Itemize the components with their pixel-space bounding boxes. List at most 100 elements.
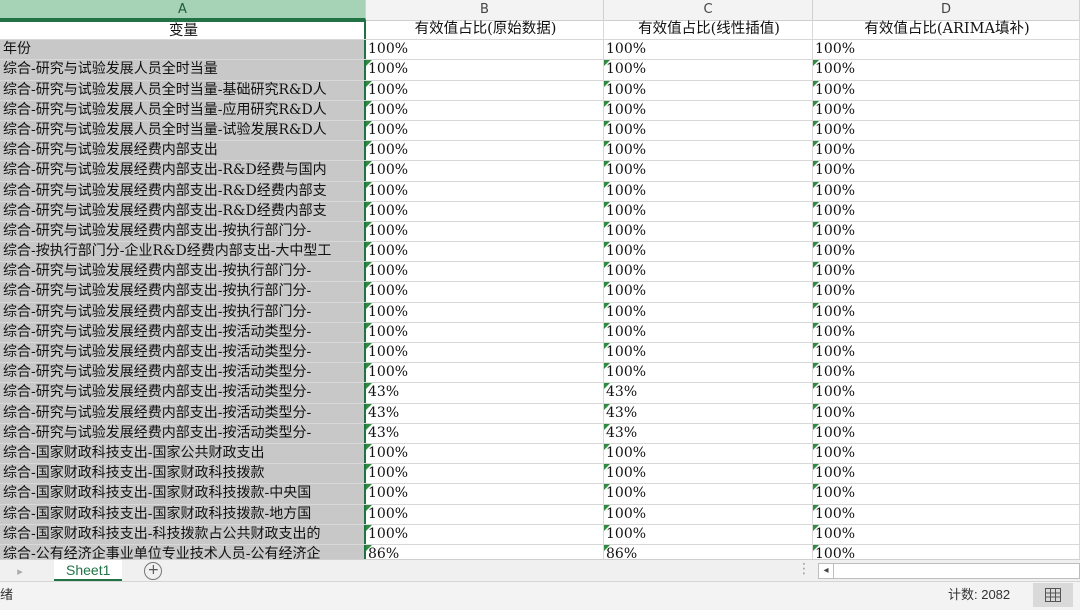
cell-raw[interactable]: 100% (366, 141, 604, 161)
cell-variable[interactable]: 综合-国家财政科技支出-国家公共财政支出 (0, 443, 366, 464)
cell-arima[interactable]: 100% (813, 80, 1080, 100)
cell-linear[interactable]: 100% (604, 363, 813, 383)
cell-variable[interactable]: 综合-研究与试验发展经费内部支出-按执行部门分- (0, 221, 366, 242)
cell-raw[interactable]: 100% (366, 443, 604, 464)
cell-raw[interactable]: 100% (366, 242, 604, 262)
cell-linear[interactable]: 100% (604, 524, 813, 544)
cell-variable[interactable]: 综合-国家财政科技支出-国家财政科技拨款-地方国 (0, 504, 366, 524)
cell-linear[interactable]: 100% (604, 80, 813, 100)
cell-variable[interactable]: 综合-研究与试验发展经费内部支出-按执行部门分- (0, 262, 366, 282)
add-sheet-icon[interactable]: + (144, 562, 163, 580)
column-header-c[interactable]: C (604, 0, 813, 20)
cell-linear[interactable]: 100% (604, 100, 813, 120)
cell-linear[interactable]: 100% (604, 120, 813, 141)
cell-variable[interactable]: 综合-研究与试验发展人员全时当量-基础研究R&D人 (0, 80, 366, 100)
cell-linear[interactable]: 100% (604, 504, 813, 524)
cell-raw[interactable]: 100% (366, 181, 604, 201)
scroll-left-icon[interactable]: ◂ (819, 564, 834, 578)
cell-linear[interactable]: 100% (604, 181, 813, 201)
cell-variable[interactable]: 综合-研究与试验发展人员全时当量 (0, 60, 366, 80)
cell-header-linear[interactable]: 有效值占比(线性插值) (604, 20, 813, 40)
cell-variable[interactable]: 综合-研究与试验发展经费内部支出-按活动类型分- (0, 322, 366, 342)
cell-raw[interactable]: 100% (366, 302, 604, 322)
cell-variable[interactable]: 综合-研究与试验发展经费内部支出-按活动类型分- (0, 343, 366, 363)
cell-arima[interactable]: 100% (813, 363, 1080, 383)
sheet-tab[interactable]: Sheet1 (54, 560, 123, 582)
cell-raw[interactable]: 100% (366, 100, 604, 120)
cell-raw[interactable]: 43% (366, 383, 604, 403)
cell-raw[interactable]: 100% (366, 262, 604, 282)
column-header-a[interactable]: A (0, 0, 366, 20)
cell-arima[interactable]: 100% (813, 282, 1080, 302)
cell-linear[interactable]: 100% (604, 302, 813, 322)
cell-arima[interactable]: 100% (813, 524, 1080, 544)
cell-linear[interactable]: 100% (604, 40, 813, 60)
cell-arima[interactable]: 100% (813, 100, 1080, 120)
cell-raw[interactable]: 43% (366, 403, 604, 423)
cell-header-raw[interactable]: 有效值占比(原始数据) (366, 20, 604, 40)
cell-linear[interactable]: 100% (604, 201, 813, 221)
cell-raw[interactable]: 100% (366, 40, 604, 60)
cell-arima[interactable]: 100% (813, 443, 1080, 464)
cell-linear[interactable]: 100% (604, 60, 813, 80)
cell-linear[interactable]: 43% (604, 423, 813, 443)
cell-raw[interactable]: 100% (366, 322, 604, 342)
cell-variable[interactable]: 综合-研究与试验发展人员全时当量-应用研究R&D人 (0, 100, 366, 120)
cell-arima[interactable]: 100% (813, 181, 1080, 201)
cell-arima[interactable]: 100% (813, 423, 1080, 443)
cell-variable[interactable]: 综合-研究与试验发展经费内部支出-按执行部门分- (0, 302, 366, 322)
cell-arima[interactable]: 100% (813, 40, 1080, 60)
cell-linear[interactable]: 43% (604, 403, 813, 423)
cell-variable[interactable]: 综合-国家财政科技支出-科技拨款占公共财政支出的 (0, 524, 366, 544)
cell-arima[interactable]: 100% (813, 464, 1080, 484)
cell-variable[interactable]: 综合-研究与试验发展经费内部支出-按活动类型分- (0, 423, 366, 443)
cell-variable[interactable]: 综合-研究与试验发展经费内部支出-按执行部门分- (0, 282, 366, 302)
cell-linear[interactable]: 100% (604, 242, 813, 262)
cell-arima[interactable]: 100% (813, 221, 1080, 242)
cell-linear[interactable]: 100% (604, 282, 813, 302)
cell-arima[interactable]: 100% (813, 504, 1080, 524)
cell-arima[interactable]: 100% (813, 201, 1080, 221)
cell-raw[interactable]: 100% (366, 201, 604, 221)
cell-variable[interactable]: 综合-研究与试验发展经费内部支出-按活动类型分- (0, 403, 366, 423)
cell-variable[interactable]: 综合-研究与试验发展经费内部支出 (0, 141, 366, 161)
cell-variable[interactable]: 综合-研究与试验发展经费内部支出-按活动类型分- (0, 363, 366, 383)
cell-arima[interactable]: 100% (813, 262, 1080, 282)
cell-variable[interactable]: 综合-研究与试验发展经费内部支出-按活动类型分- (0, 383, 366, 403)
cell-arima[interactable]: 100% (813, 120, 1080, 141)
cell-arima[interactable]: 100% (813, 403, 1080, 423)
cell-arima[interactable]: 100% (813, 302, 1080, 322)
cell-raw[interactable]: 100% (366, 464, 604, 484)
cell-raw[interactable]: 100% (366, 524, 604, 544)
tab-split-handle-icon[interactable]: ⋮ (797, 561, 811, 577)
cell-arima[interactable]: 100% (813, 322, 1080, 342)
tab-nav-right-icon[interactable]: ▸ (0, 565, 40, 578)
cell-linear[interactable]: 100% (604, 141, 813, 161)
cell-arima[interactable]: 100% (813, 242, 1080, 262)
cell-raw[interactable]: 100% (366, 504, 604, 524)
cell-raw[interactable]: 86% (366, 544, 604, 560)
column-header-b[interactable]: B (366, 0, 604, 20)
cell-header-variable[interactable]: 变量 (0, 20, 366, 40)
cell-raw[interactable]: 43% (366, 423, 604, 443)
column-header-d[interactable]: D (813, 0, 1080, 20)
cell-arima[interactable]: 100% (813, 484, 1080, 504)
cell-linear[interactable]: 100% (604, 443, 813, 464)
cell-linear[interactable]: 86% (604, 544, 813, 560)
cell-variable[interactable]: 综合-公有经济企事业单位专业技术人员-公有经济企 (0, 544, 366, 560)
cell-linear[interactable]: 100% (604, 343, 813, 363)
cell-linear[interactable]: 100% (604, 221, 813, 242)
cell-raw[interactable]: 100% (366, 282, 604, 302)
cell-raw[interactable]: 100% (366, 484, 604, 504)
cell-raw[interactable]: 100% (366, 161, 604, 181)
cell-arima[interactable]: 100% (813, 161, 1080, 181)
cell-raw[interactable]: 100% (366, 221, 604, 242)
normal-view-button[interactable] (1033, 583, 1073, 607)
cell-variable[interactable]: 综合-研究与试验发展经费内部支出-R&D经费内部支 (0, 181, 366, 201)
horizontal-scrollbar[interactable]: ◂ (818, 563, 1080, 579)
cell-raw[interactable]: 100% (366, 363, 604, 383)
cell-arima[interactable]: 100% (813, 343, 1080, 363)
cell-linear[interactable]: 100% (604, 161, 813, 181)
cell-linear[interactable]: 100% (604, 464, 813, 484)
cell-raw[interactable]: 100% (366, 60, 604, 80)
